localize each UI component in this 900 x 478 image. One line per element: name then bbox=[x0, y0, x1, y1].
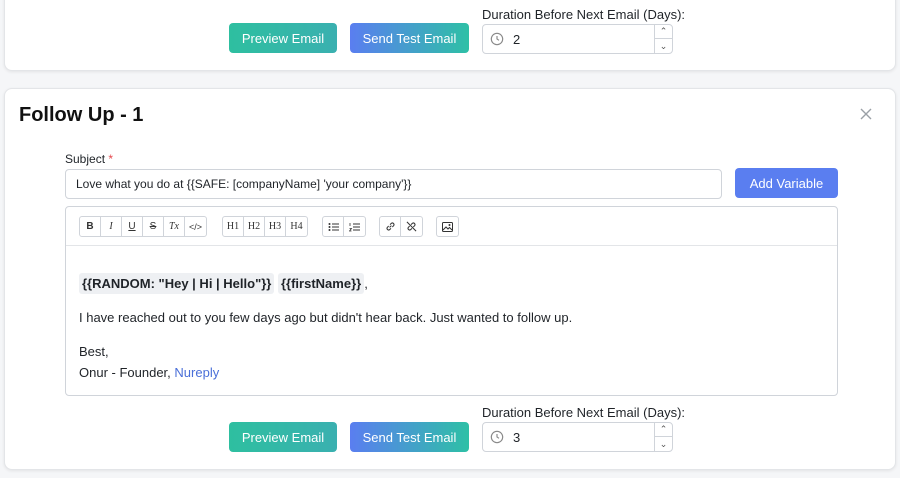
send-test-email-button[interactable]: Send Test Email bbox=[350, 23, 469, 53]
h4-button[interactable]: H4 bbox=[286, 217, 307, 236]
clear-format-button[interactable]: Tx bbox=[164, 217, 185, 236]
unlink-icon[interactable] bbox=[401, 217, 422, 236]
increment-icon[interactable]: ⌃ bbox=[655, 25, 672, 39]
previous-step-card: Preview Email Send Test Email Duration B… bbox=[4, 0, 896, 71]
code-button[interactable]: </> bbox=[185, 217, 206, 236]
signature-line: Onur - Founder, Nureply bbox=[79, 365, 220, 380]
signature-link[interactable]: Nureply bbox=[174, 365, 219, 380]
h3-button[interactable]: H3 bbox=[265, 217, 286, 236]
link-group bbox=[379, 216, 423, 237]
duration-label: Duration Before Next Email (Days): bbox=[482, 7, 686, 22]
bulleted-list-icon[interactable] bbox=[323, 217, 344, 236]
email-body-editor[interactable]: B I U S Tx </> H1 H2 H3 H4 {{RANDOM: "He… bbox=[65, 206, 838, 396]
link-icon[interactable] bbox=[380, 217, 401, 236]
duration-label: Duration Before Next Email (Days): bbox=[482, 405, 686, 420]
heading-group: H1 H2 H3 H4 bbox=[222, 216, 308, 237]
decrement-icon[interactable]: ⌄ bbox=[655, 437, 672, 451]
duration-stepper[interactable]: ⌃ ⌄ bbox=[654, 25, 672, 53]
random-variable-chip[interactable]: {{RANDOM: "Hey | Hi | Hello"}} bbox=[79, 273, 275, 294]
media-group bbox=[436, 216, 459, 237]
preview-email-button[interactable]: Preview Email bbox=[229, 23, 337, 53]
step-title: Follow Up - 1 bbox=[19, 104, 144, 126]
h2-button[interactable]: H2 bbox=[244, 217, 265, 236]
list-group bbox=[322, 216, 366, 237]
send-test-email-button[interactable]: Send Test Email bbox=[350, 422, 469, 452]
signoff-line: Best, bbox=[79, 344, 109, 359]
close-icon[interactable] bbox=[859, 107, 873, 121]
duration-input[interactable]: 2 ⌃ ⌄ bbox=[482, 24, 673, 54]
duration-value: 2 bbox=[513, 32, 521, 47]
underline-button[interactable]: U bbox=[122, 217, 143, 236]
italic-button[interactable]: I bbox=[101, 217, 122, 236]
subject-input[interactable]: Love what you do at {{SAFE: [companyName… bbox=[65, 169, 722, 199]
greeting-line: {{RANDOM: "Hey | Hi | Hello"}} {{firstNa… bbox=[79, 273, 368, 294]
increment-icon[interactable]: ⌃ bbox=[655, 423, 672, 437]
decrement-icon[interactable]: ⌄ bbox=[655, 39, 672, 53]
strikethrough-button[interactable]: S bbox=[143, 217, 164, 236]
follow-up-step-card: Follow Up - 1 Subject * Love what you do… bbox=[4, 88, 896, 470]
duration-stepper[interactable]: ⌃ ⌄ bbox=[654, 423, 672, 451]
duration-value: 3 bbox=[513, 430, 521, 445]
subject-label: Subject * bbox=[65, 152, 114, 166]
body-line: I have reached out to you few days ago b… bbox=[79, 310, 573, 325]
required-marker: * bbox=[108, 152, 114, 166]
clock-icon bbox=[490, 430, 504, 444]
format-group: B I U S Tx </> bbox=[79, 216, 207, 237]
preview-email-button[interactable]: Preview Email bbox=[229, 422, 337, 452]
image-icon[interactable] bbox=[437, 217, 458, 236]
h1-button[interactable]: H1 bbox=[223, 217, 244, 236]
duration-input[interactable]: 3 ⌃ ⌄ bbox=[482, 422, 673, 452]
numbered-list-icon[interactable] bbox=[344, 217, 365, 236]
bold-button[interactable]: B bbox=[80, 217, 101, 236]
editor-toolbar: B I U S Tx </> H1 H2 H3 H4 bbox=[66, 207, 837, 246]
first-name-variable-chip[interactable]: {{firstName}} bbox=[277, 273, 365, 294]
clock-icon bbox=[490, 32, 504, 46]
add-variable-button[interactable]: Add Variable bbox=[735, 168, 838, 198]
